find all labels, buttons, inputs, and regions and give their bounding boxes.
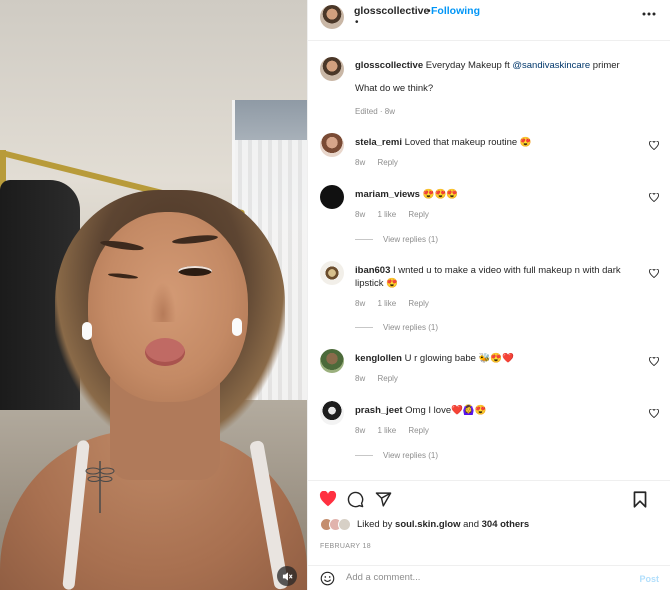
comment-body: I wnted u to make a video with full make… xyxy=(355,265,621,289)
following-button[interactable]: Following xyxy=(431,5,480,17)
post-comment-button[interactable]: Post xyxy=(639,574,659,584)
add-comment-bar: Post xyxy=(308,565,670,590)
comment-username[interactable]: mariam_views xyxy=(355,189,420,200)
comment-time: 8w xyxy=(355,299,366,308)
liker-avatar xyxy=(338,518,351,531)
comment-reply-button[interactable]: Reply xyxy=(377,158,397,167)
view-replies-label: View replies (1) xyxy=(383,323,438,332)
comment-reply-button[interactable]: Reply xyxy=(408,210,428,219)
comment-text: iban603 I wnted u to make a video with f… xyxy=(355,264,630,290)
comment-like-count[interactable]: 1 like xyxy=(377,299,396,308)
heart-outline-icon[interactable] xyxy=(649,357,659,366)
commenter-avatar[interactable] xyxy=(320,349,344,373)
header-subline: • xyxy=(355,17,359,28)
dragonfly-tattoo xyxy=(85,461,115,513)
comment-like-count[interactable]: 1 like xyxy=(377,426,396,435)
caption-question: What do we think? xyxy=(355,83,434,94)
comment-meta: 8w Reply xyxy=(355,374,408,383)
comment-input[interactable] xyxy=(346,572,616,583)
commenter-avatar[interactable] xyxy=(320,133,344,157)
post-side-panel: glosscollective • Following • glosscolle… xyxy=(307,0,670,590)
caption-username[interactable]: glosscollective xyxy=(355,60,423,71)
mute-toggle-button[interactable] xyxy=(277,566,297,586)
replies-line xyxy=(355,239,373,240)
view-replies-label: View replies (1) xyxy=(383,235,438,244)
post-media[interactable] xyxy=(0,0,307,590)
heart-outline-icon[interactable] xyxy=(649,409,659,418)
comment-like-count[interactable]: 1 like xyxy=(377,210,396,219)
comment-text: mariam_views 😍😍😍 xyxy=(355,188,630,201)
emoji-icon[interactable] xyxy=(320,571,335,586)
author-username[interactable]: glosscollective xyxy=(354,5,429,17)
caption-text: glosscollective Everyday Makeup ft @sand… xyxy=(355,59,655,72)
comment-username[interactable]: stela_remi xyxy=(355,137,402,148)
heart-outline-icon[interactable] xyxy=(649,193,659,202)
view-replies-button[interactable]: View replies (1) xyxy=(355,451,438,460)
lips xyxy=(145,338,185,366)
comment-text: kenglollen U r glowing babe 🐝😍❤️ xyxy=(355,352,630,365)
comment-time: 8w xyxy=(355,374,366,383)
caption-meta: Edited · 8w xyxy=(355,107,396,116)
comment-time: 8w xyxy=(355,210,366,219)
comment-username[interactable]: prash_jeet xyxy=(355,405,403,416)
view-replies-label: View replies (1) xyxy=(383,451,438,460)
heart-outline-icon[interactable] xyxy=(649,269,659,278)
more-horizontal-icon[interactable] xyxy=(642,12,656,16)
liked-by-prefix: Liked by xyxy=(357,519,393,530)
paper-plane-icon[interactable] xyxy=(375,491,392,508)
earbud-right xyxy=(232,318,242,336)
caption-mention-link[interactable]: @sandivaskincare xyxy=(512,60,590,71)
likes-summary: Liked by soul.skin.glow and 304 others xyxy=(320,518,660,531)
liked-by-user-link[interactable]: soul.skin.glow xyxy=(395,519,460,530)
comment-username[interactable]: iban603 xyxy=(355,265,390,276)
liked-by-others-link[interactable]: 304 others xyxy=(482,519,530,530)
liked-by-and: and xyxy=(463,519,479,530)
comment-body: 😍😍😍 xyxy=(422,189,459,200)
commenter-avatar[interactable] xyxy=(320,401,344,425)
post-header: glosscollective • Following • xyxy=(308,0,670,41)
commenter-avatar[interactable] xyxy=(320,185,344,209)
view-replies-button[interactable]: View replies (1) xyxy=(355,235,438,244)
comment-bubble-icon[interactable] xyxy=(347,491,364,508)
comment-reply-button[interactable]: Reply xyxy=(408,299,428,308)
comment-meta: 8w 1 like Reply xyxy=(355,426,439,435)
post-actions-bar xyxy=(308,480,670,520)
comment-body: Omg I love❤️🙆‍♀️😍 xyxy=(405,405,487,416)
comment-meta: 8w 1 like Reply xyxy=(355,299,439,308)
comment-body: Loved that makeup routine 😍 xyxy=(404,137,532,148)
comment-reply-button[interactable]: Reply xyxy=(377,374,397,383)
eye-right xyxy=(178,266,212,276)
commenter-avatar[interactable] xyxy=(320,261,344,285)
heart-outline-icon[interactable] xyxy=(649,141,659,150)
comment-username[interactable]: kenglollen xyxy=(355,353,402,364)
liker-avatars[interactable] xyxy=(320,518,351,531)
comment-time: 8w xyxy=(355,158,366,167)
bookmark-icon[interactable] xyxy=(633,491,647,508)
comment-body: U r glowing babe 🐝😍❤️ xyxy=(404,353,515,364)
caption-author-avatar[interactable] xyxy=(320,57,344,81)
view-replies-button[interactable]: View replies (1) xyxy=(355,323,438,332)
comment-time: 8w xyxy=(355,426,366,435)
replies-line xyxy=(355,455,373,456)
heart-filled-icon[interactable] xyxy=(319,491,337,507)
nose xyxy=(150,282,176,322)
replies-line xyxy=(355,327,373,328)
comment-meta: 8w 1 like Reply xyxy=(355,210,439,219)
earbud-left xyxy=(82,322,92,340)
author-avatar[interactable] xyxy=(320,5,344,29)
post-date[interactable]: FEBRUARY 18 xyxy=(320,543,371,550)
comment-meta: 8w Reply xyxy=(355,158,408,167)
comment-reply-button[interactable]: Reply xyxy=(408,426,428,435)
comment-text: stela_remi Loved that makeup routine 😍 xyxy=(355,136,630,149)
speaker-muted-icon xyxy=(282,571,293,581)
comment-text: prash_jeet Omg I love❤️🙆‍♀️😍 xyxy=(355,404,630,417)
caption-tail: primer xyxy=(590,60,620,71)
caption-body: Everyday Makeup ft xyxy=(425,60,513,71)
